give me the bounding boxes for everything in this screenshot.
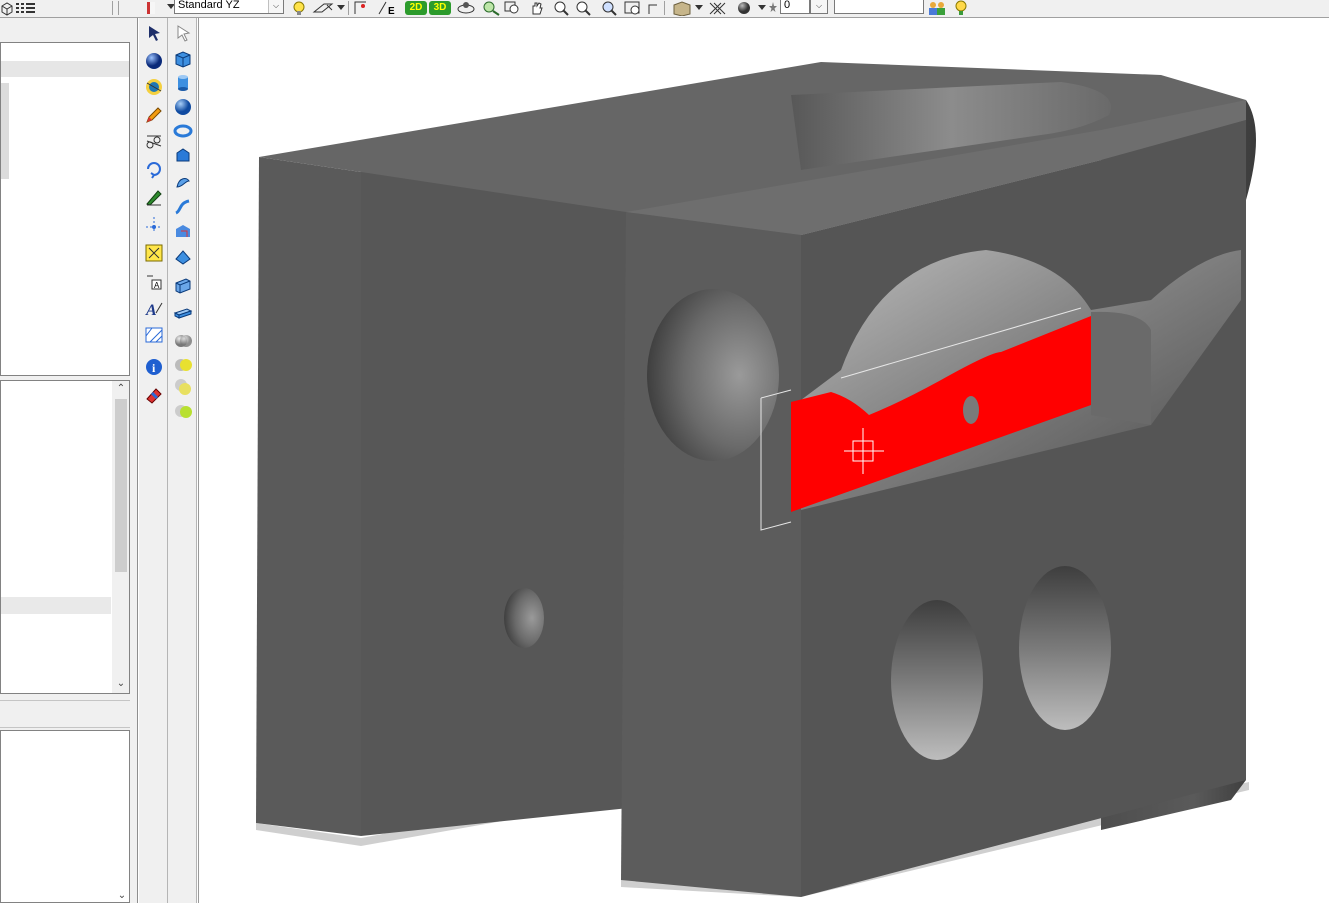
extrude-icon[interactable] [172,246,194,268]
view-2d-label: 2D [409,2,423,13]
hatch-icon[interactable] [143,324,165,346]
cavity-wall [1091,311,1151,425]
layer-input[interactable]: 0 [780,0,810,14]
tree-view-panel[interactable] [0,42,130,376]
solid-tool-palette [168,18,197,903]
revolve-icon[interactable] [172,220,194,242]
cylinder-icon[interactable] [172,72,194,94]
box-solid-icon[interactable] [172,48,194,70]
light-bulb-icon[interactable] [290,0,308,16]
scroll-thumb[interactable] [115,399,127,572]
workplane-icon[interactable] [312,0,334,16]
loft-icon[interactable] [172,196,194,218]
hole [1019,566,1111,730]
hole [891,600,983,760]
main-toolbar: Standard YZ ⌵ E 2D 3D 0 ⌵ [0,0,1329,18]
3d-model-canvas[interactable] [199,18,1329,903]
text-leader-icon[interactable]: A [143,270,165,292]
draw-line-icon[interactable] [143,186,165,208]
chamfer-icon[interactable] [172,330,194,352]
workplane-dropdown-icon[interactable] [336,0,346,16]
material-sphere-icon[interactable] [733,0,757,16]
left-dock-panel: ⌃ ⌄ ⌄ [0,18,138,903]
boolean-union-icon[interactable] [172,354,194,376]
orbit-icon[interactable] [455,0,477,16]
trim-icon[interactable] [143,130,165,152]
edit-mode-icon[interactable]: E [376,0,400,17]
3d-viewport[interactable] [198,18,1329,903]
boolean-subtract-icon[interactable] [172,376,194,398]
pan-hand-icon[interactable] [528,0,546,16]
select-arrow-icon[interactable] [143,22,165,44]
zoom-previous-icon[interactable] [598,0,620,16]
material-dropdown-icon[interactable] [757,0,767,16]
cone-icon[interactable] [172,144,194,166]
hole [963,396,979,424]
sweep-icon[interactable] [172,172,194,194]
view-3d-label: 3D [433,2,447,13]
axis-icon[interactable] [143,214,165,236]
panel-tab-strip [0,700,130,728]
scroll-up-icon[interactable]: ⌃ [113,382,129,396]
view-select[interactable]: Standard YZ ⌵ [174,0,284,14]
list-view-icon[interactable] [14,0,38,16]
rotate-view-icon[interactable] [143,76,165,98]
drawing-tool-palette: A A i [139,18,168,903]
render-shaded-icon[interactable] [670,0,694,17]
properties-list-panel[interactable]: ⌃ ⌄ [0,380,130,694]
zoom-all-icon[interactable] [622,0,644,16]
zoom-out-icon[interactable] [574,0,592,16]
transform-icon[interactable] [143,158,165,180]
torus-icon[interactable] [172,120,194,142]
scroll-down-icon[interactable]: ⌄ [114,889,130,903]
star-icon[interactable] [768,0,778,16]
chevron-down-icon[interactable]: ⌵ [268,0,283,13]
chevron-down-icon[interactable]: ⌵ [811,0,827,13]
svg-text:E: E [388,6,395,16]
fillet-icon[interactable] [172,302,194,324]
svg-text:A: A [145,302,157,319]
help-tips-icon[interactable] [950,0,972,16]
zoom-window-icon[interactable] [503,0,521,16]
zoom-in-icon[interactable] [552,0,570,16]
people-icon[interactable] [926,0,948,16]
view-2d-button[interactable]: 2D [405,1,427,15]
back-slab-side-face [256,157,361,836]
layer-spinner[interactable]: ⌵ [810,0,828,14]
text-edit-icon[interactable]: A [143,298,165,320]
hole [647,289,779,461]
boolean-intersect-icon[interactable] [172,400,194,422]
pencil-sketch-icon[interactable] [143,104,165,126]
list-item[interactable] [1,597,111,614]
sphere-solid-icon[interactable] [172,96,194,118]
zoom-extents-icon[interactable] [480,0,502,16]
tree-selection [1,83,9,179]
cube-view-icon[interactable] [0,0,14,16]
hole [504,588,544,648]
info-icon[interactable]: i [143,356,165,378]
render-dropdown-icon[interactable] [694,0,704,16]
dimension-icon[interactable] [143,242,165,264]
measure-icon[interactable] [646,0,660,16]
view-3d-button[interactable]: 3D [429,1,451,15]
snap-icon[interactable] [352,0,370,16]
tree-header [1,61,129,77]
svg-text:A: A [154,281,160,290]
output-panel[interactable]: ⌄ [0,730,130,903]
pointer-icon[interactable] [172,22,194,44]
eraser-icon[interactable] [143,384,165,406]
name-field[interactable] [834,0,924,14]
layer-value: 0 [784,0,791,11]
hatch-pattern-icon[interactable] [707,0,731,16]
shell-icon[interactable] [172,274,194,296]
scroll-down-icon[interactable]: ⌄ [113,677,129,691]
view-select-value: Standard YZ [178,0,240,11]
sphere-icon[interactable] [143,50,165,72]
properties-scrollbar[interactable]: ⌃ ⌄ [112,381,129,693]
front-block-front-face [801,120,1246,897]
plane-icon[interactable] [144,0,158,16]
